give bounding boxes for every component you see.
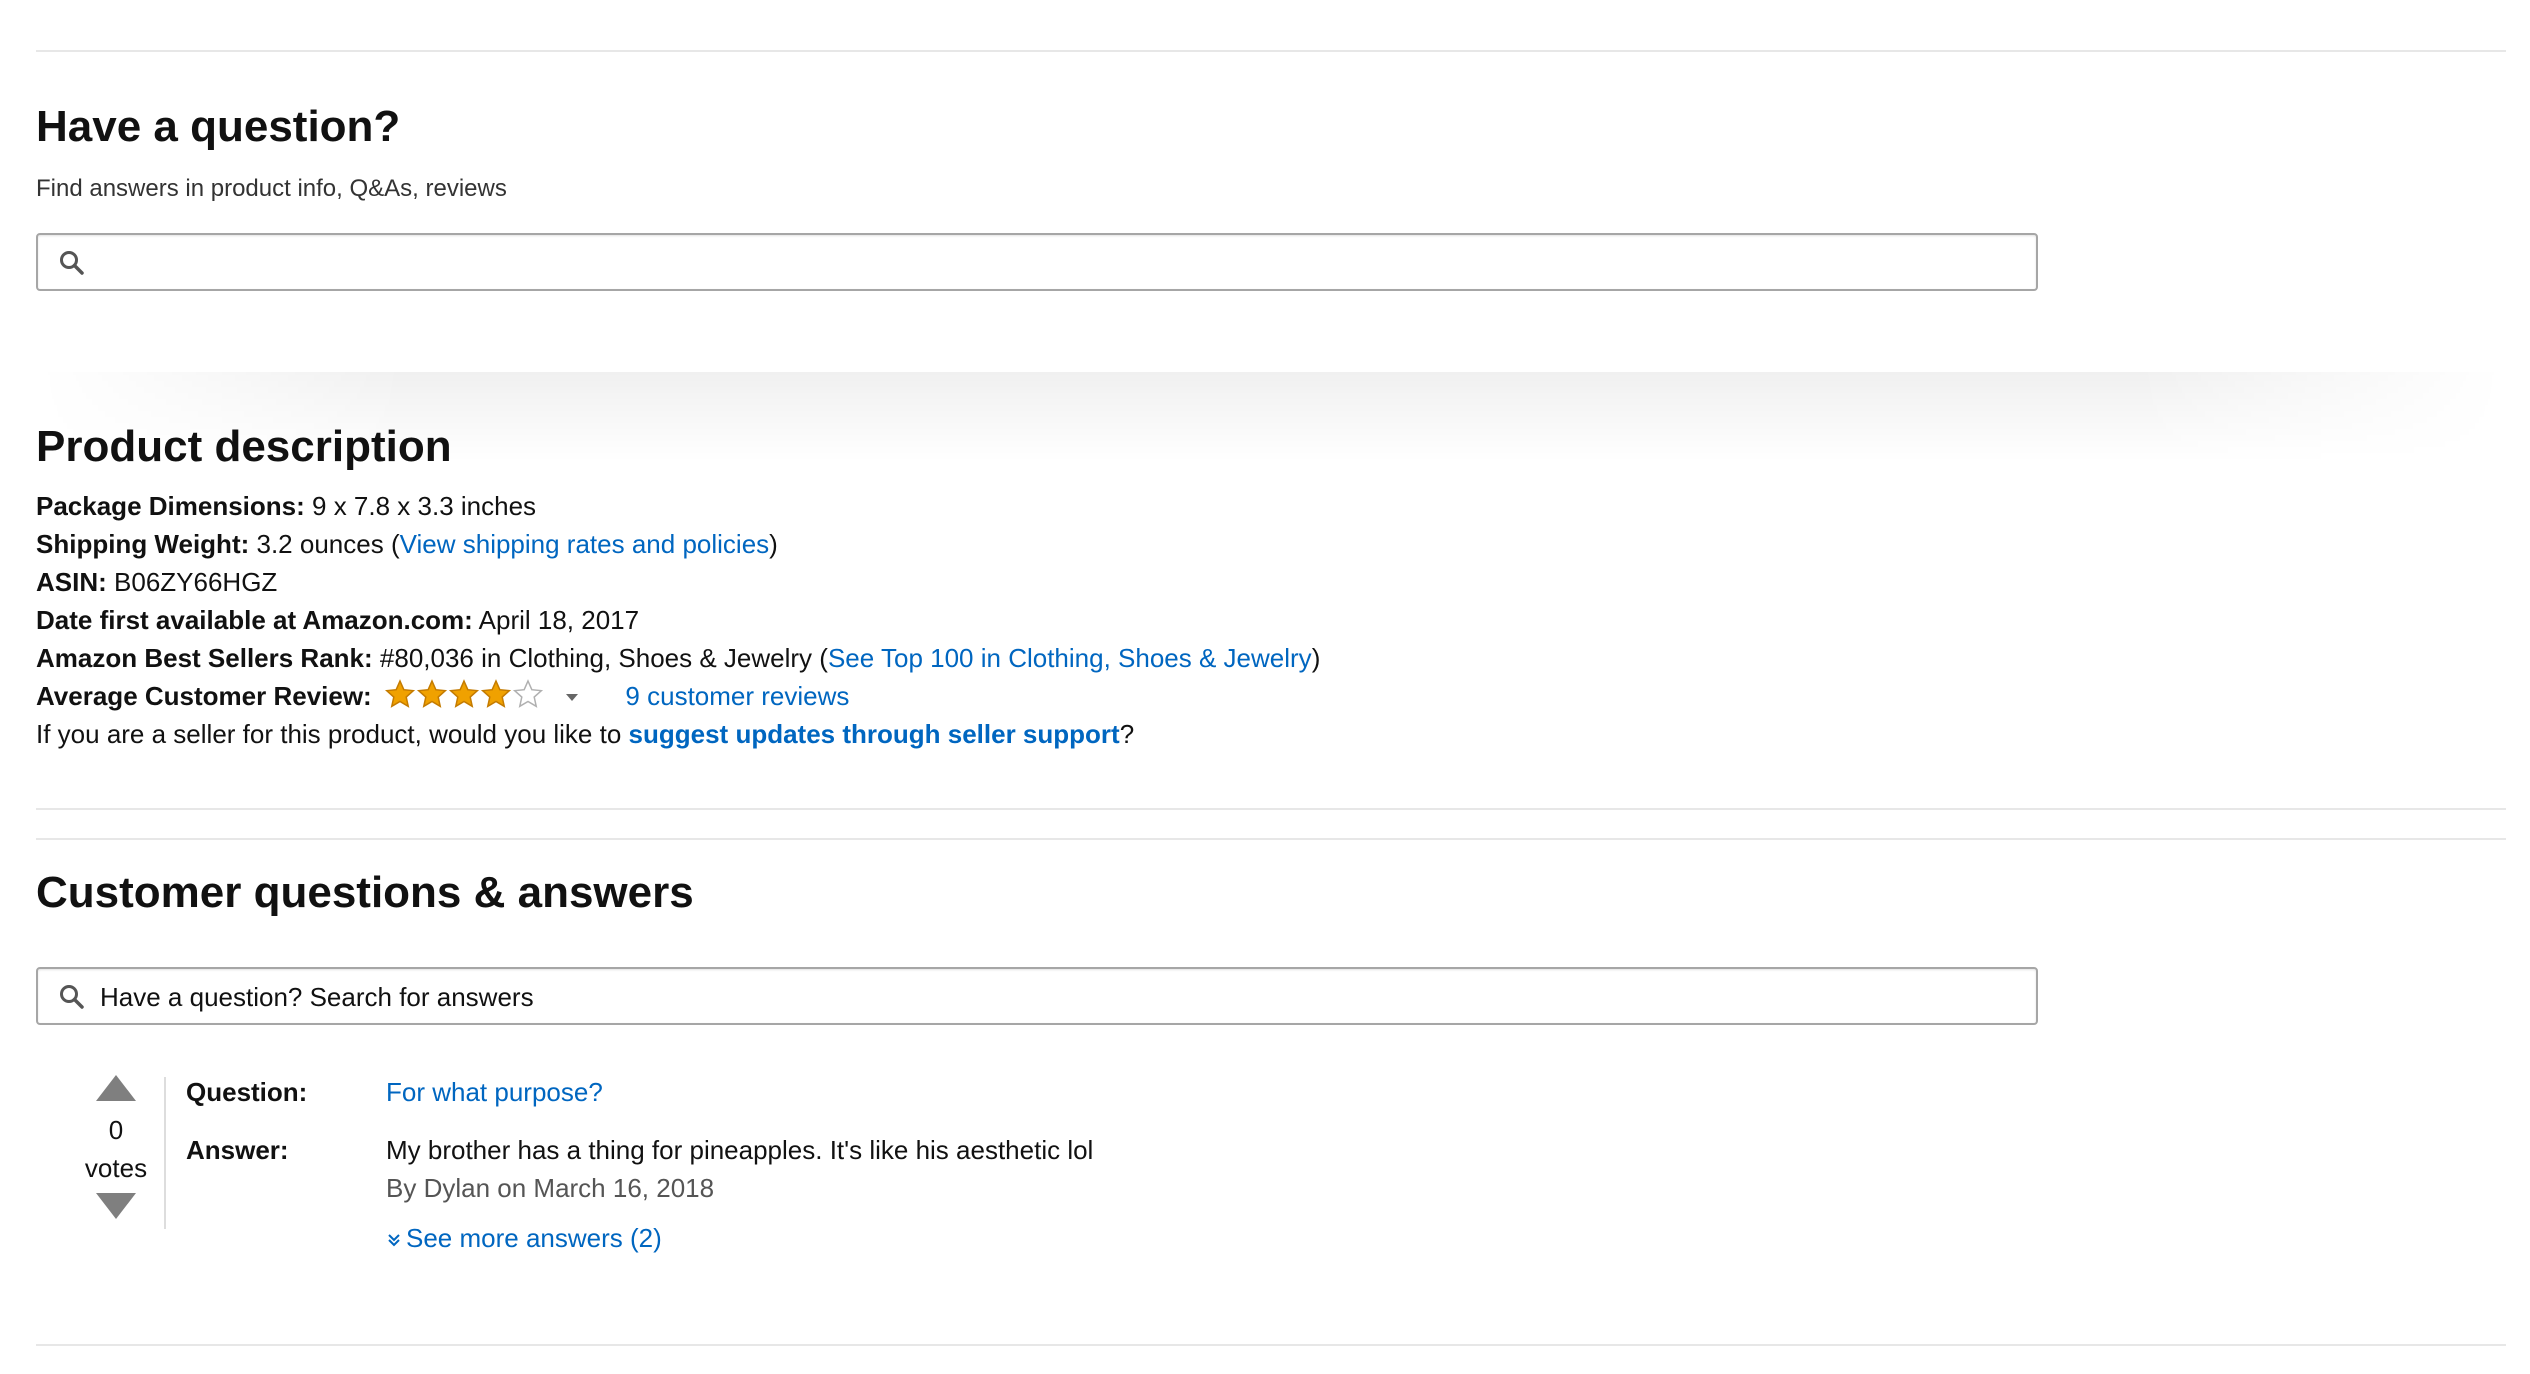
upvote-arrow-icon[interactable] xyxy=(96,1075,136,1101)
see-more-answers-link[interactable]: See more answers (2) xyxy=(406,1223,662,1253)
seller-text-suffix: ? xyxy=(1119,719,1135,749)
divider xyxy=(36,808,2506,810)
product-search-input[interactable] xyxy=(98,235,2002,291)
double-chevron-down-icon xyxy=(388,1234,400,1247)
answer-byline: By Dylan on March 16, 2018 xyxy=(386,1173,715,1203)
seller-text: If you are a seller for this product, wo… xyxy=(36,719,622,749)
shipping-weight-row: Shipping Weight: 3.2 ounces (View shippi… xyxy=(36,525,1320,563)
answer-label: Answer: xyxy=(186,1135,289,1165)
page: Have a question? Find answers in product… xyxy=(0,0,2530,1374)
answer-text: My brother has a thing for pineapples. I… xyxy=(386,1135,1094,1165)
have-a-question-subtext: Find answers in product info, Q&As, revi… xyxy=(36,175,507,202)
qa-search-box[interactable] xyxy=(36,967,2038,1025)
rating-dropdown-icon[interactable] xyxy=(566,694,579,701)
star-filled-icon xyxy=(416,679,448,708)
paren-open: ( xyxy=(390,529,400,559)
star-filled-icon xyxy=(384,679,416,708)
vote-divider xyxy=(164,1077,166,1229)
paren-close: ) xyxy=(1311,643,1321,673)
star-filled-icon xyxy=(480,679,512,708)
qa-search-input[interactable] xyxy=(98,969,2002,1025)
shipping-rates-link[interactable]: View shipping rates and policies xyxy=(400,529,770,559)
best-sellers-rank-value: #80,036 in Clothing, Shoes & Jewelry xyxy=(379,643,813,673)
star-filled-icon xyxy=(448,679,480,708)
top-divider xyxy=(36,50,2506,52)
magnifier-icon xyxy=(60,251,84,275)
customer-reviews-link[interactable]: 9 customer reviews xyxy=(625,681,849,711)
vote-widget: 0 votes xyxy=(76,1075,156,1219)
magnifier-icon xyxy=(60,985,84,1009)
star-rating[interactable] xyxy=(384,679,545,719)
date-available-row: Date first available at Amazon.com: Apri… xyxy=(36,601,1320,639)
paren-close: ) xyxy=(769,529,778,559)
qa-item: 0 votes Question: For what purpose? Answ… xyxy=(36,1075,1436,1253)
asin-label: ASIN: xyxy=(36,567,107,597)
vote-count: 0 xyxy=(108,1115,124,1145)
have-a-question-heading: Have a question? xyxy=(36,102,401,151)
votes-label: votes xyxy=(84,1153,148,1183)
average-review-row: Average Customer Review: 9 customer revi… xyxy=(36,677,1320,715)
bottom-divider xyxy=(36,1344,2506,1346)
question-link[interactable]: For what purpose? xyxy=(386,1077,603,1108)
divider xyxy=(36,838,2506,840)
best-sellers-rank-row: Amazon Best Sellers Rank: #80,036 in Clo… xyxy=(36,639,1320,677)
shipping-weight-label: Shipping Weight: xyxy=(36,529,250,559)
customer-qa-heading: Customer questions & answers xyxy=(36,868,694,917)
downvote-arrow-icon[interactable] xyxy=(96,1193,136,1219)
package-dimensions-value: 9 x 7.8 x 3.3 inches xyxy=(312,491,537,521)
shipping-weight-value: 3.2 ounces xyxy=(256,529,384,559)
top-100-link[interactable]: See Top 100 in Clothing, Shoes & Jewelry xyxy=(828,643,1312,673)
star-empty-icon xyxy=(512,679,544,708)
best-sellers-rank-label: Amazon Best Sellers Rank: xyxy=(36,643,373,673)
product-details-list: Package Dimensions: 9 x 7.8 x 3.3 inches… xyxy=(36,487,1320,753)
average-review-label: Average Customer Review: xyxy=(36,681,372,711)
seller-support-link[interactable]: suggest updates through seller support xyxy=(629,719,1120,749)
package-dimensions-label: Package Dimensions: xyxy=(36,491,305,521)
seller-support-row: If you are a seller for this product, wo… xyxy=(36,715,1320,753)
package-dimensions-row: Package Dimensions: 9 x 7.8 x 3.3 inches xyxy=(36,487,1320,525)
stars-svg xyxy=(384,679,544,708)
product-search-box[interactable] xyxy=(36,233,2038,291)
paren-open: ( xyxy=(819,643,828,673)
see-more-answers[interactable]: See more answers (2) xyxy=(386,1223,662,1254)
asin-value: B06ZY66HGZ xyxy=(114,567,278,597)
date-available-value: April 18, 2017 xyxy=(478,605,640,635)
asin-row: ASIN: B06ZY66HGZ xyxy=(36,563,1320,601)
question-label: Question: xyxy=(186,1077,308,1107)
product-description-heading: Product description xyxy=(36,422,452,471)
date-available-label: Date first available at Amazon.com: xyxy=(36,605,473,635)
